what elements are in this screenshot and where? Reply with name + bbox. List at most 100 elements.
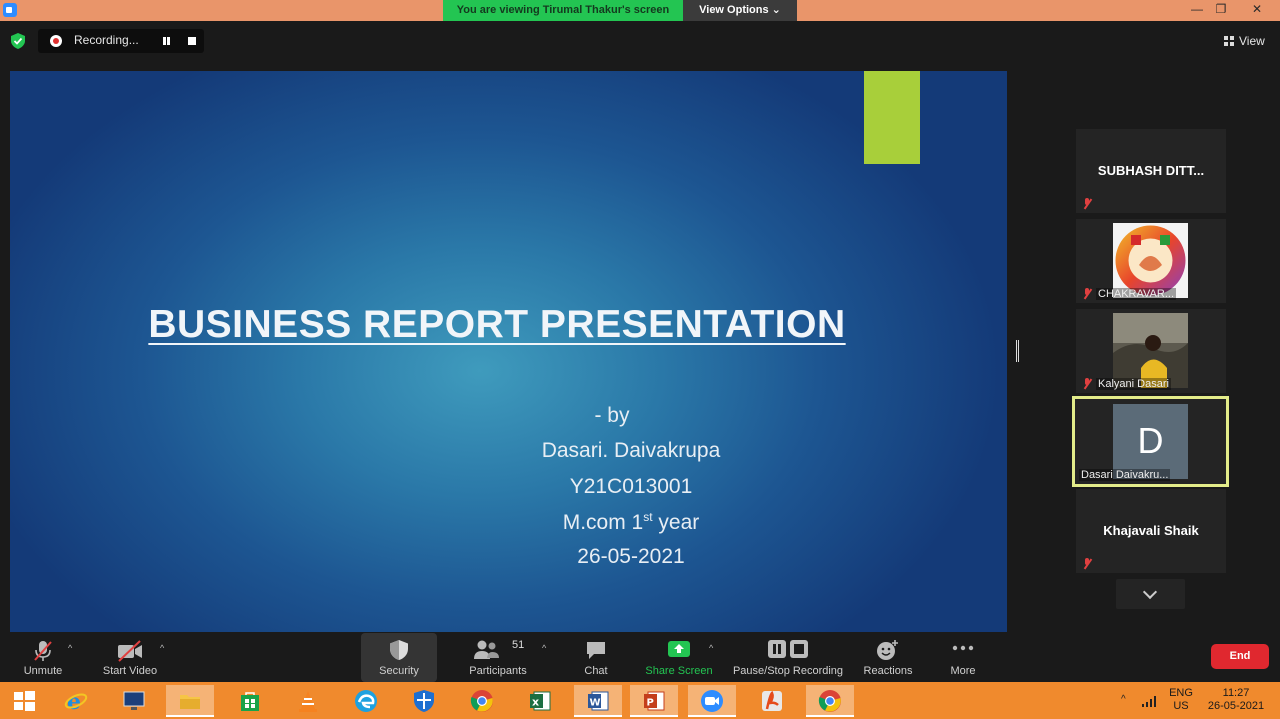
course-suffix: year	[652, 511, 700, 534]
taskbar-powerpoint[interactable]: P	[630, 685, 678, 717]
more-dots-icon	[952, 645, 974, 651]
excel-icon: x	[530, 691, 551, 711]
taskbar-vlc[interactable]	[284, 685, 332, 717]
mic-muted-icon	[1082, 378, 1092, 389]
network-signal-icon[interactable]	[1142, 695, 1158, 707]
shield-icon[interactable]	[11, 33, 25, 49]
security-label: Security	[379, 665, 419, 677]
course-sup: st	[643, 510, 653, 524]
participant-name: Khajavali Shaik	[1103, 523, 1199, 538]
powerpoint-icon: P	[644, 691, 665, 711]
slide-author: Dasari. Daivakrupa	[541, 439, 721, 462]
more-button[interactable]: More	[940, 633, 986, 682]
pause-stop-recording-button[interactable]: Pause/Stop Recording	[732, 633, 844, 682]
language-indicator[interactable]: ENG US	[1164, 687, 1198, 713]
unmute-button[interactable]: Unmute	[12, 633, 74, 682]
tray-overflow-chevron-icon[interactable]: ^	[1121, 694, 1126, 705]
share-screen-button[interactable]: Share Screen	[642, 633, 716, 682]
defender-shield-icon	[414, 690, 434, 712]
start-video-label: Start Video	[102, 665, 158, 677]
recording-indicator: Recording...	[38, 29, 204, 53]
scroll-down-button[interactable]	[1116, 579, 1185, 609]
participant-tile[interactable]: CHAKRAVAR...	[1076, 219, 1226, 303]
view-label: View	[1239, 34, 1265, 48]
word-icon: W	[588, 691, 609, 711]
slide-date: 26-05-2021	[577, 545, 685, 568]
monitor-icon	[123, 691, 145, 710]
mic-muted-icon	[1082, 198, 1092, 209]
meeting-toolbar: Unmute ^ Start Video ^ Security 51 Parti…	[0, 633, 1280, 682]
taskbar-internet-explorer[interactable]: e	[52, 685, 100, 717]
taskbar-edge[interactable]	[342, 685, 390, 717]
participant-tile[interactable]: Khajavali Shaik	[1076, 489, 1226, 573]
taskbar-excel[interactable]: x	[516, 685, 564, 717]
zoom-app-icon	[701, 690, 723, 712]
participant-name: SUBHASH DITT...	[1097, 163, 1205, 178]
restore-button[interactable]: ❐	[1206, 0, 1236, 21]
windows-logo-icon	[14, 691, 35, 711]
viewing-banner: You are viewing Tirumal Thakur's screen	[443, 0, 683, 21]
taskbar-store[interactable]	[226, 685, 274, 717]
stop-recording-icon[interactable]	[188, 37, 196, 45]
taskbar-chrome-2[interactable]	[806, 685, 854, 717]
video-options-chevron-icon[interactable]: ^	[160, 643, 164, 653]
edge-icon	[355, 690, 377, 712]
view-button[interactable]: View	[1224, 31, 1274, 51]
zoom-logo-icon	[3, 3, 17, 17]
grid-icon	[1224, 36, 1234, 46]
share-screen-icon	[668, 641, 690, 657]
end-meeting-button[interactable]: End	[1211, 644, 1269, 669]
slide-decoration	[864, 71, 920, 164]
clock-date: 26-05-2021	[1207, 700, 1265, 712]
reactions-button[interactable]: Reactions	[860, 633, 916, 682]
taskbar-pdf-reader[interactable]	[748, 685, 796, 717]
participants-count: 51	[512, 639, 525, 651]
chat-button[interactable]: Chat	[572, 633, 620, 682]
chat-label: Chat	[584, 665, 608, 677]
taskbar-file-explorer[interactable]	[166, 685, 214, 717]
security-button[interactable]: Security	[361, 633, 437, 682]
participant-tile-active[interactable]: D Dasari Daivakru...	[1072, 396, 1229, 487]
participant-name: Dasari Daivakru...	[1079, 469, 1171, 481]
language-code: ENG	[1169, 687, 1193, 699]
taskbar-zoom[interactable]	[688, 685, 736, 717]
share-options-chevron-icon[interactable]: ^	[709, 643, 713, 653]
participants-options-chevron-icon[interactable]: ^	[542, 643, 546, 653]
clock[interactable]: 11:27 26-05-2021	[1198, 687, 1274, 713]
security-shield-icon	[390, 640, 408, 660]
chat-icon	[587, 642, 605, 659]
start-video-button[interactable]: Start Video	[98, 633, 162, 682]
taskbar-defender[interactable]	[400, 685, 448, 717]
pause-stop-label: Pause/Stop Recording	[732, 665, 844, 677]
pause-stop-icon	[768, 640, 808, 658]
avatar-initial: D	[1137, 420, 1164, 461]
participants-label: Participants	[469, 665, 527, 677]
svg-text:P: P	[647, 698, 654, 709]
course-prefix: M.com 1	[562, 511, 644, 534]
start-button[interactable]	[0, 685, 48, 717]
slide-by: - by	[594, 404, 630, 427]
title-bar: You are viewing Tirumal Thakur's screen …	[0, 0, 1280, 21]
slide-title: BUSINESS REPORT PRESENTATION	[148, 303, 846, 346]
taskbar-display-app[interactable]	[110, 685, 158, 717]
clock-time: 11:27	[1222, 687, 1250, 699]
participants-button[interactable]: 51 Participants	[462, 633, 534, 682]
participant-tile[interactable]: Kalyani Dasari	[1076, 309, 1226, 393]
audio-options-chevron-icon[interactable]: ^	[68, 643, 72, 653]
participant-tile[interactable]: SUBHASH DITT...	[1076, 129, 1226, 213]
taskbar-word[interactable]: W	[574, 685, 622, 717]
windows-taskbar: e x W P ^ ENG US 11:27 26-05-2021	[0, 682, 1280, 719]
mic-muted-icon	[1082, 558, 1092, 569]
unmute-label: Unmute	[23, 665, 63, 677]
panel-resize-handle[interactable]	[1016, 340, 1019, 362]
slide-course: M.com 1st year	[481, 510, 781, 535]
participants-icon	[474, 640, 500, 659]
internet-explorer-icon: e	[64, 689, 88, 713]
participant-name: CHAKRAVAR...	[1096, 288, 1176, 300]
pause-recording-icon[interactable]	[162, 37, 171, 46]
file-explorer-folder-icon	[180, 695, 200, 709]
taskbar-chrome[interactable]	[458, 685, 506, 717]
close-button[interactable]: ✕	[1242, 0, 1272, 21]
store-bag-icon	[241, 692, 259, 711]
view-options-button[interactable]: View Options ⌄	[683, 0, 797, 21]
